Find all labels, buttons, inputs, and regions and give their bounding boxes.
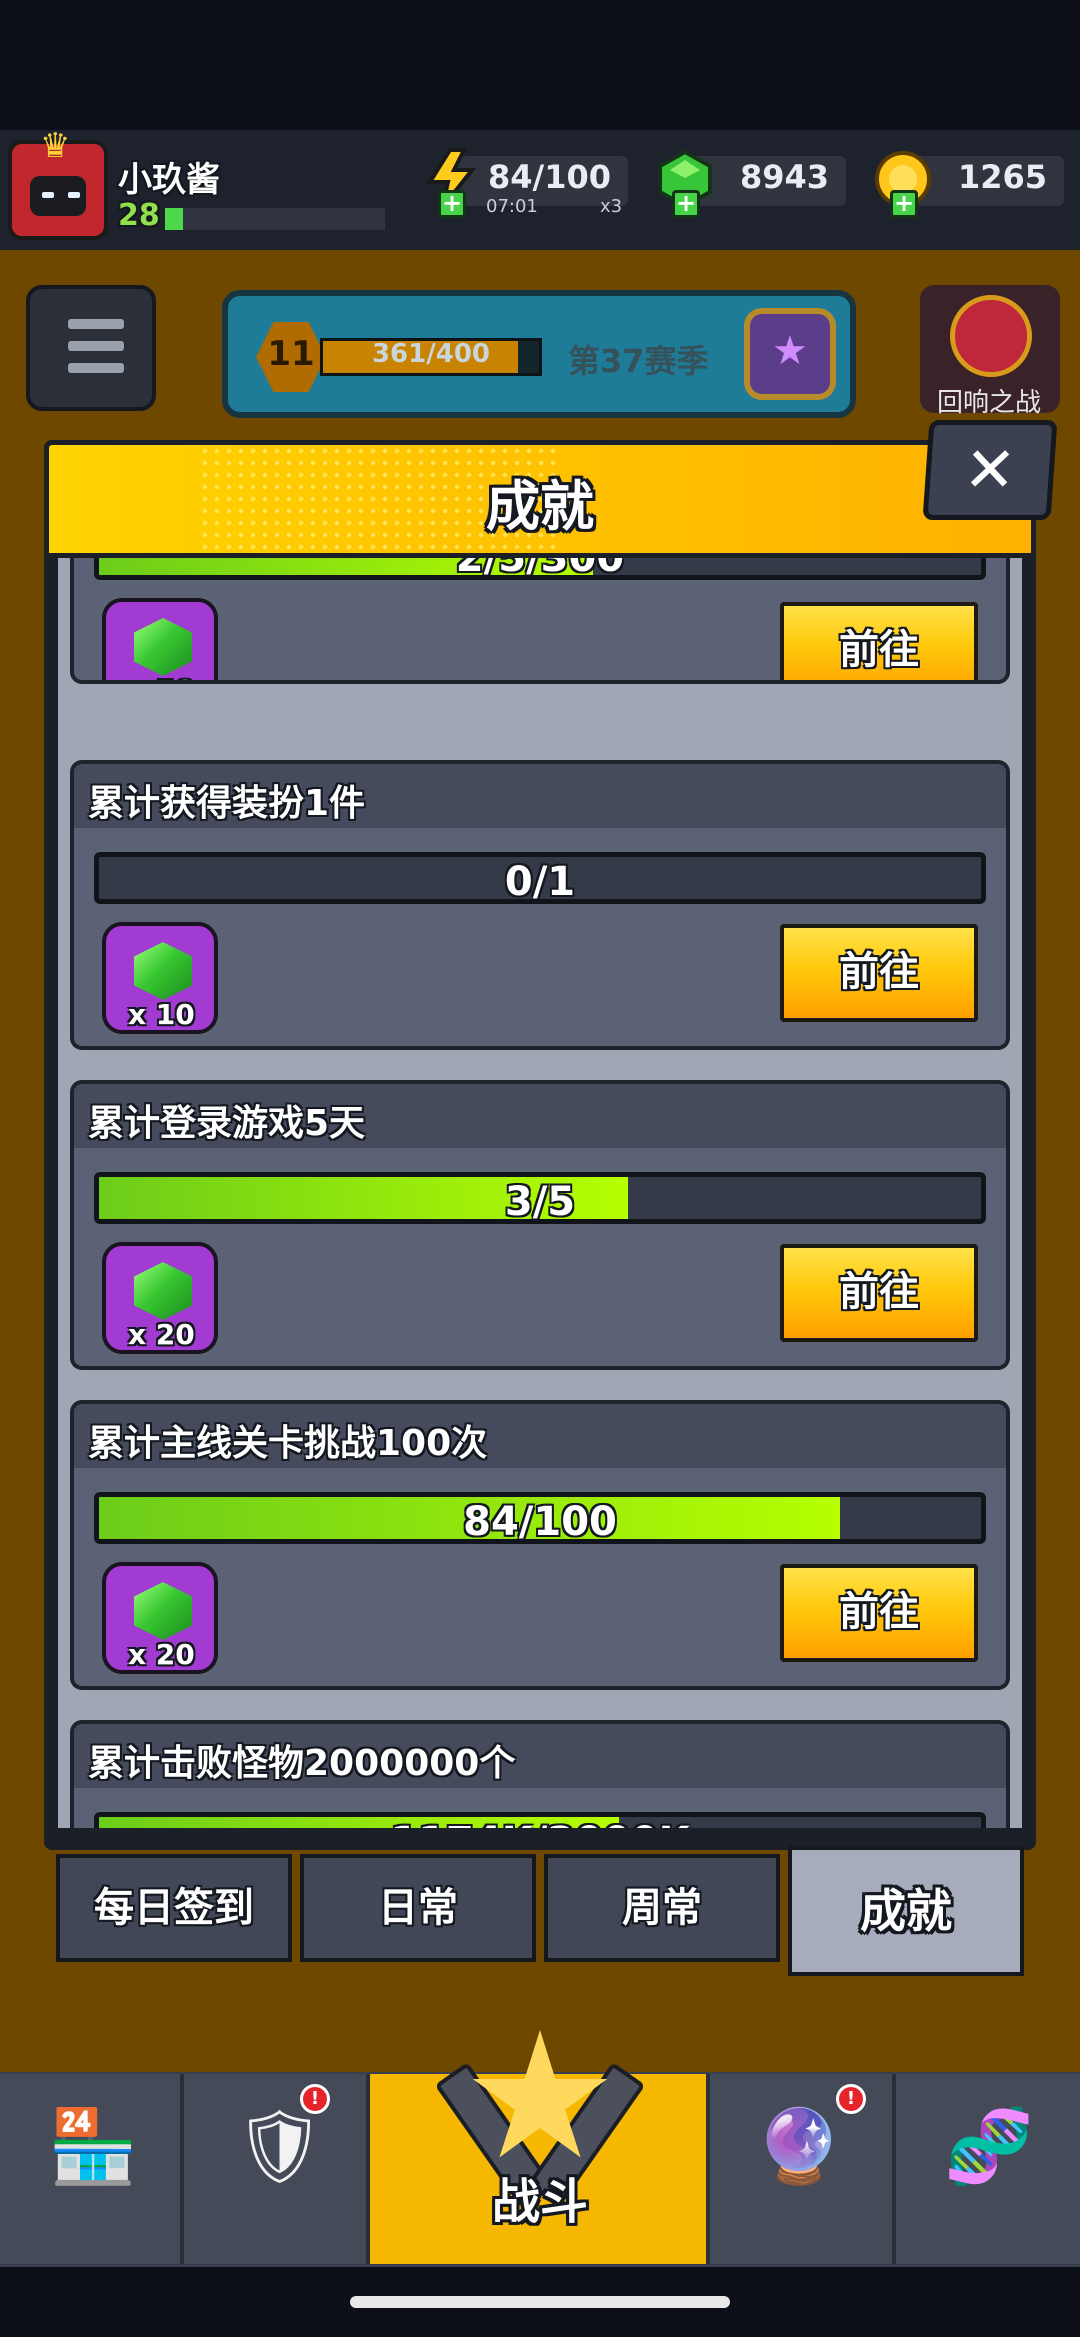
avatar-eye xyxy=(68,192,80,198)
achievement-title: 累计登录游戏5天 xyxy=(88,1103,366,1144)
achievement-card: 2/5/300 x 50 前往 xyxy=(70,558,1010,684)
nav-dna[interactable]: 🧬 xyxy=(896,2074,1080,2264)
season-progress-text: 361/400 xyxy=(371,339,491,369)
gem-reward[interactable]: x 10 xyxy=(102,922,218,1034)
nav-orb[interactable]: 🔮 ! xyxy=(710,2074,896,2264)
shop-icon: 🏪 xyxy=(48,2104,138,2188)
achievement-progress-bar: 84/100 xyxy=(94,1492,986,1544)
achievement-progress-bar: 1174K/2000K xyxy=(94,1812,986,1828)
season-name: 第37赛季 xyxy=(568,342,709,380)
energy-multiplier: x3 xyxy=(600,196,623,217)
progress-text: 0/1 xyxy=(504,859,576,904)
status-strip xyxy=(0,0,1080,130)
close-button[interactable]: ✕ xyxy=(922,420,1058,520)
gem-reward[interactable]: x 50 xyxy=(102,598,218,680)
achievement-progress-bar: 3/5 xyxy=(94,1172,986,1224)
go-button[interactable]: 前往 xyxy=(780,1244,978,1342)
progress-text: 1174K/2000K xyxy=(99,1819,981,1828)
tab-daily-checkin[interactable]: 每日签到 xyxy=(56,1854,292,1962)
gems-value: 8943 xyxy=(740,158,830,196)
season-badge-icon[interactable]: ★ xyxy=(744,308,836,400)
modal-title: 成就 xyxy=(486,475,594,538)
player-name: 小玖酱 xyxy=(118,160,220,200)
avatar-eye xyxy=(42,192,54,198)
tab-daily[interactable]: 日常 xyxy=(300,1854,536,1962)
energy-value: 84/100 xyxy=(488,158,612,196)
reward-quantity: x 20 xyxy=(128,1638,195,1671)
achievement-title: 累计主线关卡挑战100次 xyxy=(88,1423,488,1464)
gem-icon xyxy=(134,1262,192,1320)
home-indicator xyxy=(350,2296,730,2308)
go-button[interactable]: 前往 xyxy=(780,602,978,680)
gem-icon xyxy=(134,1582,192,1640)
tab-achievements[interactable]: 成就 xyxy=(788,1846,1024,1976)
reward-quantity: x 50 xyxy=(128,674,195,680)
player-xp-bar xyxy=(165,208,385,230)
achievement-title: 累计获得装扮1件 xyxy=(88,783,366,824)
gem-reward[interactable]: x 20 xyxy=(102,1242,218,1354)
season-level: 11 xyxy=(267,334,315,374)
tab-weekly[interactable]: 周常 xyxy=(544,1854,780,1962)
echo-battle-label: 回响之战 xyxy=(936,388,1041,418)
reward-quantity: x 10 xyxy=(128,998,195,1031)
add-coins-button[interactable]: + xyxy=(890,190,918,218)
progress-text: 2/5/300 xyxy=(99,558,981,575)
alert-badge: ! xyxy=(836,2084,866,2114)
menu-button[interactable] xyxy=(26,285,156,411)
ninja-avatar-icon[interactable]: ♛ xyxy=(8,126,108,240)
orb-icon: 🔮 xyxy=(754,2104,844,2188)
medal-icon: 🛡 xyxy=(234,2104,326,2188)
achievement-title: 累计击败怪物2000000个 xyxy=(88,1743,516,1784)
dna-icon: 🧬 xyxy=(944,2104,1034,2188)
achievement-card: 累计击败怪物2000000个 1174K/2000K xyxy=(70,1720,1010,1828)
progress-text: 3/5 xyxy=(504,1179,576,1224)
coins-value: 1265 xyxy=(958,158,1048,196)
energy-timer: 07:01 xyxy=(486,196,538,217)
crown-icon: ♛ xyxy=(40,126,71,166)
achievement-list[interactable]: 2/5/300 x 50 前往 累计获得装扮1件 0/1 x 10 前往 累计登… xyxy=(58,558,1022,1828)
go-button[interactable]: 前往 xyxy=(780,924,978,1022)
player-level: 28 xyxy=(118,198,160,233)
achievement-progress-bar: 2/5/300 xyxy=(94,558,986,580)
reward-quantity: x 20 xyxy=(128,1318,195,1351)
demon-face-icon xyxy=(950,295,1032,377)
alert-badge: ! xyxy=(300,2084,330,2114)
progress-text: 84/100 xyxy=(463,1499,617,1544)
achievement-progress-bar: 0/1 xyxy=(94,852,986,904)
nav-shop[interactable]: 🏪 xyxy=(0,2074,184,2264)
add-gems-button[interactable]: + xyxy=(672,190,700,218)
nav-battle-label: 战斗 xyxy=(491,2174,588,2230)
close-icon: ✕ xyxy=(961,433,1019,506)
go-button[interactable]: 前往 xyxy=(780,1564,978,1662)
gem-reward[interactable]: x 20 xyxy=(102,1562,218,1674)
gem-icon xyxy=(134,942,192,1000)
nav-medal[interactable]: 🛡 ! xyxy=(184,2074,370,2264)
add-energy-button[interactable]: + xyxy=(438,190,466,218)
gem-icon xyxy=(134,618,192,676)
achievement-card: 累计主线关卡挑战100次 84/100 x 20 前往 xyxy=(70,1400,1010,1690)
achievement-card: 累计登录游戏5天 3/5 x 20 前往 xyxy=(70,1080,1010,1370)
achievement-card: 累计获得装扮1件 0/1 x 10 前往 xyxy=(70,760,1010,1050)
player-xp-fill xyxy=(165,208,183,230)
